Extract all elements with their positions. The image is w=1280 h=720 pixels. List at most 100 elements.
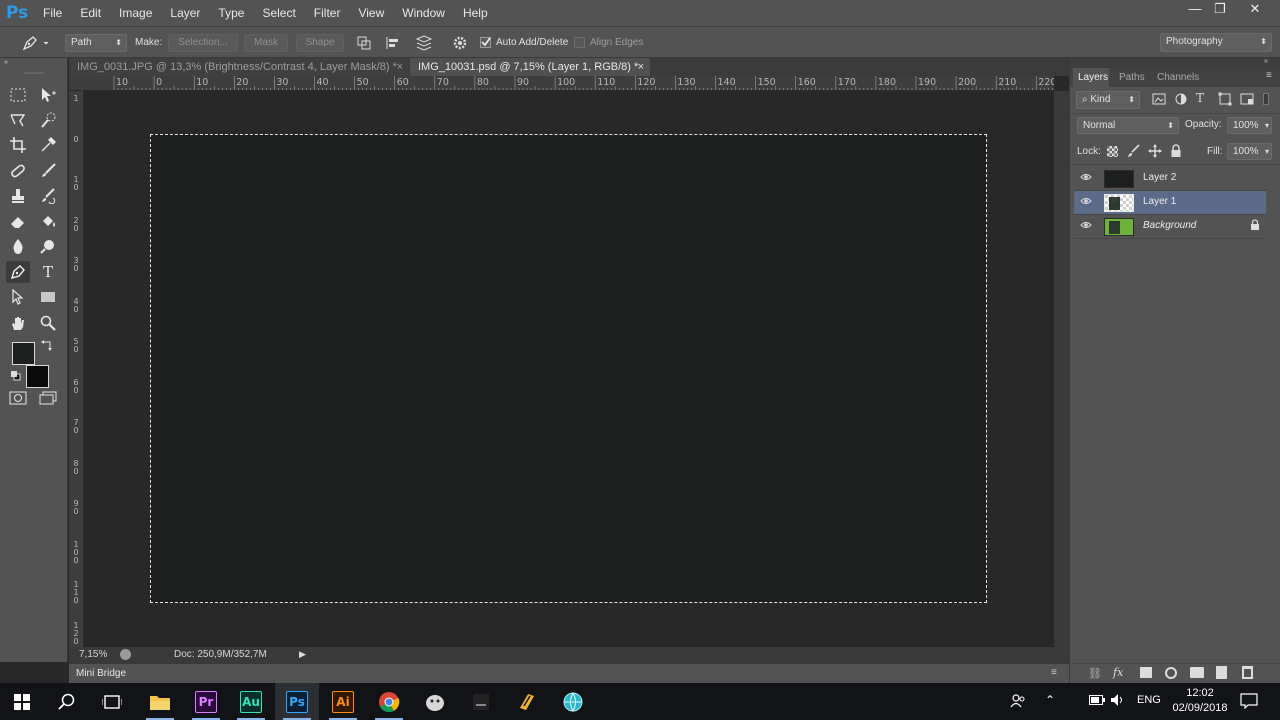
taskbar-premiere[interactable]: Pr (184, 683, 228, 720)
eraser-tool-icon[interactable] (6, 210, 30, 232)
adjustment-layer-icon[interactable] (1165, 667, 1177, 679)
visibility-eye-icon[interactable] (1080, 172, 1092, 185)
collapse-toolbox-icon[interactable]: « (4, 59, 12, 66)
task-view-button[interactable] (90, 683, 134, 720)
history-brush-tool-icon[interactable] (36, 185, 60, 207)
auto-add-delete-checkbox[interactable] (480, 37, 491, 48)
panel-menu-icon[interactable]: ≡ (1266, 70, 1272, 81)
blend-mode-select[interactable]: Normal ⬍ (1077, 117, 1179, 134)
mini-bridge-tab[interactable]: Mini Bridge (76, 668, 126, 679)
new-layer-icon[interactable] (1216, 666, 1227, 679)
link-layers-icon[interactable]: ⛓ (1088, 667, 1102, 680)
menu-image[interactable]: Image (110, 0, 161, 26)
menu-type[interactable]: Type (209, 0, 253, 26)
chevron-up-icon[interactable]: ⌃ (1045, 693, 1055, 707)
lock-transparent-icon[interactable] (1107, 146, 1118, 157)
battery-icon[interactable] (1089, 695, 1105, 705)
fill-input[interactable]: 100% ▾ (1227, 143, 1272, 160)
eyedropper-tool-icon[interactable] (36, 134, 60, 156)
lock-position-icon[interactable] (1148, 144, 1162, 158)
brush-tool-icon[interactable] (36, 160, 60, 182)
path-selection-tool-icon[interactable] (6, 286, 30, 308)
menu-select[interactable]: Select (253, 0, 304, 26)
swap-colors-icon[interactable] (41, 339, 53, 351)
status-menu-arrow-icon[interactable]: ▶ (299, 649, 306, 660)
close-tab-icon[interactable]: × (397, 58, 403, 76)
workspace-select[interactable]: Photography ⬍ (1160, 33, 1272, 52)
taskbar-chrome[interactable] (367, 683, 411, 720)
panel-menu-icon[interactable]: ≡ (1051, 667, 1057, 678)
make-shape-button[interactable]: Shape (296, 34, 344, 52)
marquee-tool-icon[interactable] (6, 84, 30, 106)
taskbar-app-dark[interactable] (459, 683, 503, 720)
add-mask-icon[interactable] (1140, 667, 1152, 678)
people-icon[interactable] (1010, 693, 1026, 709)
menu-filter[interactable]: Filter (305, 0, 350, 26)
screen-mode-icon[interactable] (36, 387, 60, 409)
pen-tool-preset[interactable] (20, 34, 50, 52)
status-info-icon[interactable] (120, 649, 131, 660)
rectangle-tool-icon[interactable] (36, 286, 60, 308)
taskbar-app-mascot[interactable] (413, 683, 457, 720)
quick-mask-icon[interactable] (6, 387, 30, 409)
zoom-tool-icon[interactable] (36, 312, 60, 334)
menu-layer[interactable]: Layer (161, 0, 209, 26)
tool-mode-select[interactable]: Path ⬍ (65, 34, 127, 52)
taskbar-clock[interactable]: 12:02 02/09/2018 (1172, 686, 1228, 716)
lasso-tool-icon[interactable] (6, 109, 30, 131)
visibility-eye-icon[interactable] (1080, 220, 1092, 233)
toolbox-grip[interactable] (24, 72, 44, 74)
pen-tool-icon[interactable] (6, 261, 30, 283)
lock-pixels-icon[interactable] (1127, 144, 1141, 158)
blur-tool-icon[interactable] (6, 235, 30, 257)
taskbar-photoshop[interactable]: Ps (275, 683, 319, 720)
filter-pixel-icon[interactable] (1152, 92, 1166, 106)
filter-shape-icon[interactable] (1218, 92, 1232, 106)
menu-edit[interactable]: Edit (71, 0, 110, 26)
visibility-eye-icon[interactable] (1080, 196, 1092, 209)
taskbar-app-globe[interactable] (551, 683, 595, 720)
tab-layers[interactable]: Layers (1078, 70, 1108, 86)
filter-smart-object-icon[interactable] (1240, 92, 1254, 106)
background-color-swatch[interactable] (26, 365, 49, 388)
paint-bucket-tool-icon[interactable] (36, 210, 60, 232)
zoom-level[interactable]: 7,15% (79, 649, 107, 660)
clone-stamp-tool-icon[interactable] (6, 185, 30, 207)
volume-icon[interactable] (1110, 693, 1126, 707)
taskbar-file-explorer[interactable] (138, 683, 182, 720)
start-button[interactable] (0, 683, 44, 720)
vertical-scrollbar[interactable] (1054, 91, 1069, 647)
taskbar-app-sharp[interactable] (505, 683, 549, 720)
layer-row-layer-2[interactable]: Layer 2 (1074, 167, 1266, 191)
new-group-icon[interactable] (1190, 667, 1204, 678)
layer-row-background[interactable]: Background (1074, 215, 1266, 239)
healing-brush-tool-icon[interactable] (6, 160, 30, 182)
collapse-panel-icon[interactable]: » (1264, 58, 1268, 65)
taskbar-audition[interactable]: Au (229, 683, 273, 720)
restore-button[interactable]: ❐ (1203, 0, 1237, 20)
align-edges-checkbox[interactable] (574, 37, 585, 48)
filter-toggle-switch[interactable] (1263, 93, 1269, 105)
tab-channels[interactable]: Channels (1157, 70, 1199, 86)
menu-window[interactable]: Window (393, 0, 454, 26)
hand-tool-icon[interactable] (6, 312, 30, 334)
menu-view[interactable]: View (349, 0, 393, 26)
taskbar-illustrator[interactable]: Ai (321, 683, 365, 720)
gear-icon[interactable] (451, 34, 469, 52)
quick-selection-tool-icon[interactable] (36, 109, 60, 131)
search-button[interactable] (45, 683, 89, 720)
document-canvas[interactable] (150, 134, 987, 603)
type-tool-icon[interactable]: T (36, 261, 60, 283)
close-button[interactable]: ✕ (1238, 0, 1272, 20)
make-selection-button[interactable]: Selection... (168, 34, 238, 52)
notifications-icon[interactable] (1240, 693, 1258, 710)
close-tab-icon[interactable]: × (638, 58, 644, 76)
layer-filter-select[interactable]: ⌕ Kind ⬍ (1076, 91, 1140, 109)
filter-adjustment-icon[interactable] (1174, 92, 1188, 106)
foreground-color-swatch[interactable] (12, 342, 35, 365)
dodge-tool-icon[interactable] (36, 235, 60, 257)
move-tool-icon[interactable] (36, 84, 60, 106)
opacity-input[interactable]: 100% ▾ (1227, 117, 1272, 134)
make-mask-button[interactable]: Mask (244, 34, 288, 52)
default-colors-icon[interactable] (11, 371, 21, 381)
